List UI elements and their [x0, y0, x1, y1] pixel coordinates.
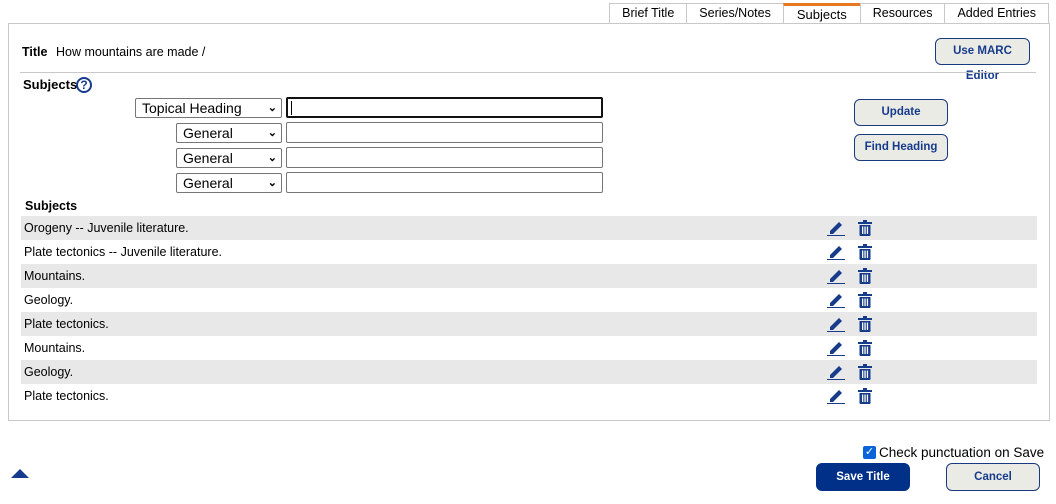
tab-resources[interactable]: Resources	[859, 3, 946, 24]
subdivision-input-3[interactable]	[286, 172, 603, 193]
heading-type-select[interactable]: Topical Heading ⌄	[135, 98, 282, 118]
chevron-down-icon: ⌄	[267, 102, 277, 114]
subject-row: Geology.	[21, 360, 1037, 384]
heading-type-value: Topical Heading	[142, 100, 242, 116]
cancel-button[interactable]: Cancel	[946, 463, 1040, 491]
subject-row: Mountains.	[21, 264, 1037, 288]
delete-trash-icon[interactable]	[858, 388, 872, 412]
help-icon[interactable]: ?	[76, 77, 92, 93]
subject-text: Plate tectonics.	[24, 317, 109, 331]
subdivision-select-1[interactable]: General ⌄	[176, 123, 282, 143]
check-punctuation-checkbox[interactable]: ✓	[863, 446, 876, 459]
subject-text: Plate tectonics -- Juvenile literature.	[24, 245, 223, 259]
divider	[20, 72, 1036, 73]
tab-brief-title[interactable]: Brief Title	[609, 3, 688, 24]
find-heading-button[interactable]: Find Heading	[854, 134, 948, 161]
subject-row: Geology.	[21, 288, 1037, 312]
scroll-to-top-icon[interactable]	[11, 469, 29, 478]
save-title-button[interactable]: Save Title	[816, 463, 910, 491]
subject-row: Orogeny -- Juvenile literature.	[21, 216, 1037, 240]
subdivision-input-2[interactable]	[286, 147, 603, 168]
subdivision-value: General	[183, 125, 233, 141]
subdivision-value: General	[183, 175, 233, 191]
subdivision-input-1[interactable]	[286, 122, 603, 143]
subject-row: Plate tectonics.	[21, 312, 1037, 336]
subdivision-select-3[interactable]: General ⌄	[176, 173, 282, 193]
check-punctuation-label: Check punctuation on Save	[879, 445, 1045, 460]
subject-row: Mountains.	[21, 336, 1037, 360]
subject-text: Mountains.	[24, 269, 86, 283]
subdivision-select-2[interactable]: General ⌄	[176, 148, 282, 168]
subject-text: Mountains.	[24, 341, 86, 355]
subdivision-value: General	[183, 150, 233, 166]
update-button[interactable]: Update	[854, 99, 948, 126]
subject-row: Plate tectonics -- Juvenile literature.	[21, 240, 1037, 264]
tab-bar: Brief Title Series/Notes Subjects Resour…	[609, 3, 1049, 24]
heading-input[interactable]	[286, 97, 603, 118]
subject-text: Geology.	[24, 365, 74, 379]
subjects-label: Subjects	[23, 77, 78, 92]
tab-added-entries[interactable]: Added Entries	[944, 3, 1049, 24]
subject-text: Orogeny -- Juvenile literature.	[24, 221, 189, 235]
chevron-down-icon: ⌄	[267, 127, 277, 139]
tab-series-notes[interactable]: Series/Notes	[686, 3, 784, 24]
use-marc-editor-button[interactable]: Use MARC Editor	[935, 38, 1030, 82]
subject-row: Plate tectonics.	[21, 384, 1037, 408]
title-label: Title	[22, 45, 48, 59]
subjects-list-label: Subjects	[25, 199, 78, 213]
tab-subjects[interactable]: Subjects	[782, 3, 861, 24]
subject-text: Geology.	[24, 293, 74, 307]
subject-text: Plate tectonics.	[24, 389, 109, 403]
chevron-down-icon: ⌄	[267, 152, 277, 164]
title-value: How mountains are made /	[56, 45, 206, 59]
chevron-down-icon: ⌄	[267, 177, 277, 189]
edit-pencil-icon[interactable]	[827, 388, 845, 412]
